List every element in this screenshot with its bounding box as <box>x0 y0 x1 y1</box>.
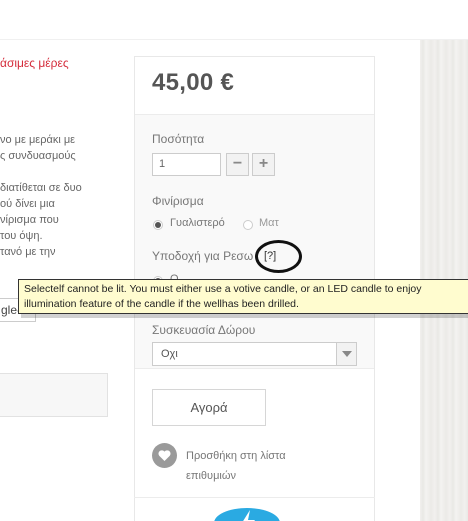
gift-wrap-label: Συσκευασία Δώρου <box>152 323 256 337</box>
description-line: νο με μεράκι με <box>0 134 76 146</box>
product-description-part-2: διατίθεται σε δυο ού δίνει μια νίρισμα π… <box>0 180 82 260</box>
price-box: 45,00 € <box>135 57 374 115</box>
heart-icon[interactable] <box>152 443 177 468</box>
caret-down-icon[interactable] <box>336 343 356 365</box>
quantity-input[interactable]: 1 <box>152 153 221 176</box>
help-tooltip: Selectelf cannot be lit. You must either… <box>18 279 468 314</box>
holder-label: Υποδοχή για Ρεσω <box>152 249 254 263</box>
quantity-label: Ποσότητα <box>152 132 205 146</box>
description-line: ς συνδυασμούς <box>0 150 76 162</box>
info-panel <box>0 373 108 417</box>
buy-button[interactable]: Αγορά <box>152 389 266 426</box>
quantity-plus-button[interactable]: + <box>252 153 275 176</box>
description-line: διατίθεται σε δυο <box>0 182 82 194</box>
gift-wrap-value: Οχι <box>161 348 178 360</box>
quantity-minus-button[interactable]: − <box>226 153 249 176</box>
finish-glossy-radio[interactable] <box>153 220 163 230</box>
description-line: νίρισμα που <box>0 214 59 226</box>
finish-matte-radio[interactable] <box>243 220 253 230</box>
gift-wrap-select[interactable]: Οχι <box>152 342 357 366</box>
product-description-part-1: νο με μεράκι με ς συνδυασμούς <box>0 132 76 164</box>
finish-glossy-label: Γυαλιστερό <box>170 217 225 229</box>
description-line: του όψη. <box>0 230 43 242</box>
card-divider <box>134 497 375 498</box>
annotation-ellipse <box>255 240 302 273</box>
description-line: ού δίνει μια <box>0 198 55 210</box>
finish-matte-label: Ματ <box>259 217 279 229</box>
wishlist-link[interactable]: Προσθήκη στη λίστα επιθυμιών <box>186 446 336 486</box>
tooltip-line-1: Selectelf cannot be lit. You must either… <box>24 283 422 295</box>
delivery-time-text: άσιμες μέρες <box>0 56 69 70</box>
finish-label: Φινίρισμα <box>152 194 204 208</box>
top-bar <box>0 0 468 40</box>
product-price: 45,00 € <box>152 69 235 96</box>
heart-icon-svg <box>158 450 171 461</box>
page-root: άσιμες μέρες νο με μεράκι με ς συνδυασμο… <box>0 0 468 521</box>
description-line: τανό με την <box>0 246 56 258</box>
tooltip-line-2: illumination feature of the candle if th… <box>24 298 299 310</box>
